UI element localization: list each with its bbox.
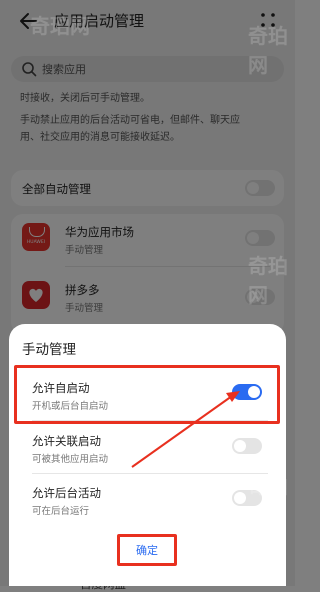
watermark-text: 奇珀网 [248,24,288,77]
option-sub-linked-start: 可被其他应用启动 [32,454,109,465]
highlight-box-confirm [117,534,177,566]
option-divider [32,473,268,474]
watermark-text: 奇珀网 [248,474,288,527]
highlight-box-auto-start [14,365,280,424]
linked-start-toggle[interactable] [232,438,262,454]
sheet-title: 手动管理 [22,342,76,358]
watermark-text: 奇珀网 [248,254,288,307]
option-sub-background: 可在后台运行 [32,506,90,517]
watermark-text: 奇珀网 [30,14,90,38]
option-label-background: 允许后台活动 [32,486,101,500]
option-label-linked-start: 允许关联启动 [32,434,101,448]
